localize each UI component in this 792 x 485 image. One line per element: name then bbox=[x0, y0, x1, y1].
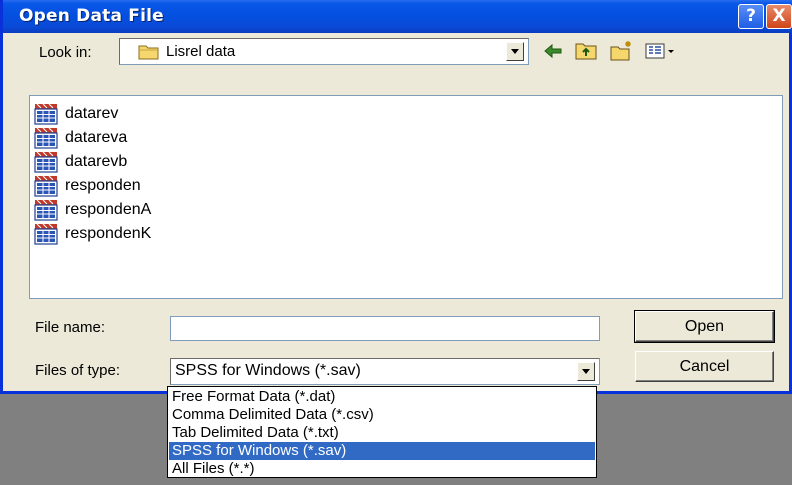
file-name-text: datarevb bbox=[65, 153, 128, 170]
files-of-type-value: SPSS for Windows (*.sav) bbox=[175, 362, 361, 379]
files-of-type-combo[interactable]: SPSS for Windows (*.sav) bbox=[170, 358, 600, 385]
look-in-value: Lisrel data bbox=[166, 43, 236, 60]
help-button[interactable]: ? bbox=[738, 4, 764, 29]
up-folder-icon[interactable] bbox=[573, 39, 599, 63]
folder-icon bbox=[138, 45, 159, 60]
file-name-text: responden bbox=[65, 177, 141, 194]
view-menu-icon[interactable] bbox=[644, 39, 678, 63]
file-name-text: datareva bbox=[65, 129, 128, 146]
file-name-input[interactable] bbox=[170, 316, 600, 341]
files-of-type-option[interactable]: Comma Delimited Data (*.csv) bbox=[169, 406, 595, 424]
screen: Open Data File ? X Look in: Lisrel data bbox=[0, 0, 792, 485]
data-file-icon bbox=[34, 103, 60, 125]
cancel-button[interactable]: Cancel bbox=[635, 351, 774, 382]
data-file-icon bbox=[34, 175, 60, 197]
back-icon[interactable] bbox=[540, 39, 566, 63]
files-of-type-option[interactable]: Tab Delimited Data (*.txt) bbox=[169, 424, 595, 442]
file-name-label: File name: bbox=[35, 319, 106, 336]
data-file-icon bbox=[34, 199, 60, 221]
look-in-label: Look in: bbox=[39, 44, 92, 61]
files-of-type-option[interactable]: SPSS for Windows (*.sav) bbox=[169, 442, 595, 460]
data-file-icon bbox=[34, 127, 60, 149]
files-of-type-dropdown-list[interactable]: Free Format Data (*.dat) Comma Delimited … bbox=[167, 386, 597, 478]
files-of-type-option[interactable]: Free Format Data (*.dat) bbox=[169, 388, 595, 406]
title-bar[interactable]: Open Data File ? X bbox=[3, 0, 792, 33]
new-folder-icon[interactable] bbox=[609, 39, 635, 63]
open-button[interactable]: Open bbox=[634, 310, 775, 343]
files-of-type-dropdown-arrow[interactable] bbox=[577, 362, 595, 381]
file-list[interactable]: datarev datareva datarevb responden responde… bbox=[29, 95, 783, 299]
file-name-text: datarev bbox=[65, 105, 119, 122]
data-file-icon bbox=[34, 223, 60, 245]
file-name-text: respondenA bbox=[65, 201, 152, 218]
data-file-icon bbox=[34, 151, 60, 173]
close-button[interactable]: X bbox=[766, 4, 792, 29]
files-of-type-label: Files of type: bbox=[35, 362, 121, 379]
files-of-type-option[interactable]: All Files (*.*) bbox=[169, 460, 595, 478]
file-name-text: respondenK bbox=[65, 225, 152, 242]
look-in-combo[interactable]: Lisrel data bbox=[119, 38, 529, 65]
dialog-title: Open Data File bbox=[19, 6, 164, 26]
look-in-dropdown-arrow[interactable] bbox=[506, 42, 524, 61]
open-data-file-dialog: Open Data File ? X Look in: Lisrel data bbox=[0, 0, 792, 394]
